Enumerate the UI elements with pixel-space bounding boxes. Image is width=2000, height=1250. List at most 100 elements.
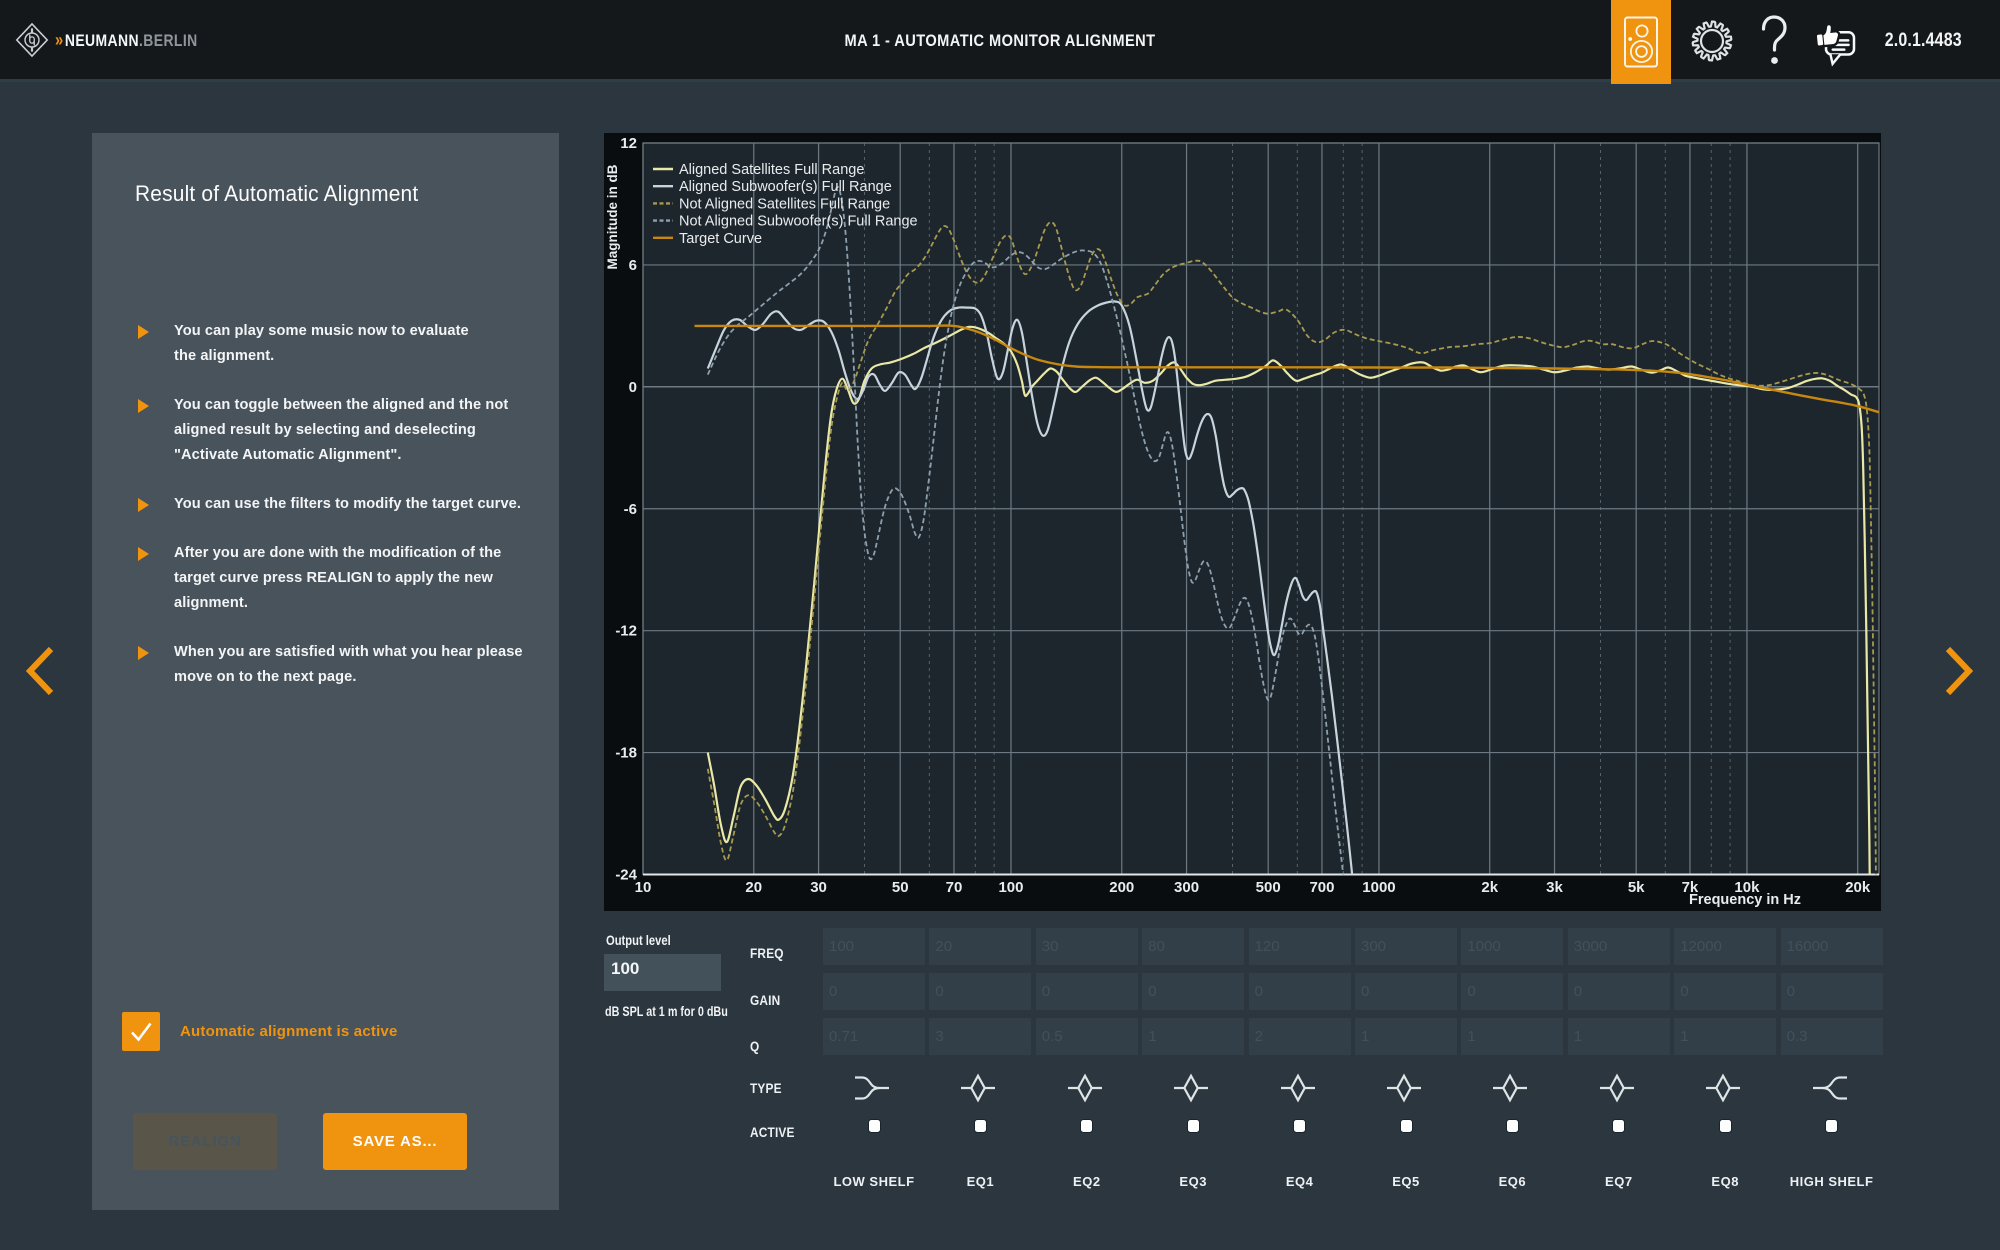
eq-row-label-active: ACTIVE <box>750 1125 795 1140</box>
x-tick-label: 200 <box>1109 879 1134 896</box>
eq-gain-field[interactable]: 0 <box>1568 973 1670 1010</box>
eq-active-checkbox[interactable] <box>1400 1119 1413 1133</box>
eq-gain-field[interactable]: 0 <box>1674 973 1776 1010</box>
eq-active-checkbox[interactable] <box>1293 1119 1306 1133</box>
eq-q-field[interactable]: 2 <box>1249 1018 1351 1055</box>
eq-band-label: EQ6 <box>1461 1174 1563 1189</box>
eq-q-field[interactable]: 1 <box>1142 1018 1244 1055</box>
eq-gain-field[interactable]: 0 <box>1355 973 1457 1010</box>
eq-freq-field[interactable]: 100 <box>823 928 925 965</box>
instruction-item: You can use the filters to modify the ta… <box>135 492 535 517</box>
eq-q-field[interactable]: 1 <box>1461 1018 1563 1055</box>
feedback-button[interactable] <box>1806 0 1864 82</box>
eq-row-label-type: TYPE <box>750 1081 782 1096</box>
eq-active-checkbox[interactable] <box>1612 1119 1625 1133</box>
eq-active-checkbox[interactable] <box>868 1119 881 1133</box>
eq-type-high-shelf-icon <box>1812 1073 1848 1103</box>
eq-freq-field[interactable]: 30 <box>1036 928 1138 965</box>
eq-gain-field[interactable]: 0 <box>823 973 925 1010</box>
x-tick-label: 3k <box>1546 879 1563 896</box>
instruction-item: You can play some music now to evaluate … <box>135 319 535 369</box>
eq-q-field[interactable]: 1 <box>1355 1018 1457 1055</box>
automatic-alignment-checkbox[interactable] <box>122 1012 160 1051</box>
eq-freq-field[interactable]: 16000 <box>1781 928 1883 965</box>
eq-q-field[interactable]: 1 <box>1568 1018 1670 1055</box>
eq-freq-field[interactable]: 12000 <box>1674 928 1776 965</box>
next-page-button[interactable] <box>1941 644 1977 698</box>
settings-button[interactable] <box>1686 0 1738 82</box>
eq-gain-field[interactable]: 0 <box>1036 973 1138 1010</box>
y-tick-label: -24 <box>615 867 637 884</box>
eq-active-checkbox[interactable] <box>1719 1119 1732 1133</box>
speaker-icon <box>1618 14 1664 70</box>
eq-active-checkbox[interactable] <box>1506 1119 1519 1133</box>
eq-freq-field[interactable]: 80 <box>1142 928 1244 965</box>
help-button[interactable] <box>1752 0 1796 82</box>
x-tick-label: 2k <box>1481 879 1498 896</box>
eq-band-label: HIGH SHELF <box>1781 1174 1883 1189</box>
eq-gain-field[interactable]: 0 <box>1781 973 1883 1010</box>
eq-band-label: EQ1 <box>929 1174 1031 1189</box>
eq-row-label-gain: GAIN <box>750 993 780 1008</box>
eq-band-label: EQ8 <box>1674 1174 1776 1189</box>
y-tick-label: -12 <box>615 623 637 640</box>
eq-gain-field[interactable]: 0 <box>1142 973 1244 1010</box>
eq-q-field[interactable]: 3 <box>929 1018 1031 1055</box>
legend-label: Aligned Satellites Full Range <box>679 162 864 178</box>
output-level-caption: dB SPL at 1 m for 0 dBu <box>605 1004 728 1019</box>
y-tick-label: -6 <box>624 501 637 518</box>
eq-gain-field[interactable]: 0 <box>1249 973 1351 1010</box>
eq-band-label: LOW SHELF <box>823 1174 925 1189</box>
x-tick-label: 100 <box>998 879 1023 896</box>
previous-page-button[interactable] <box>22 644 58 698</box>
eq-active-checkbox[interactable] <box>974 1119 987 1133</box>
realign-button[interactable]: REALIGN <box>133 1113 277 1170</box>
bullet-triangle-icon <box>138 498 149 512</box>
y-tick-label: -18 <box>615 745 637 762</box>
eq-type-peak-icon <box>1067 1073 1103 1103</box>
eq-band-label: EQ4 <box>1249 1174 1351 1189</box>
eq-freq-field[interactable]: 300 <box>1355 928 1457 965</box>
eq-type-peak-icon <box>1386 1073 1422 1103</box>
eq-gain-field[interactable]: 0 <box>1461 973 1563 1010</box>
automatic-alignment-toggle[interactable]: Automatic alignment is active <box>122 1012 398 1051</box>
eq-active-checkbox[interactable] <box>1825 1119 1838 1133</box>
brand-name: NEUMANN <box>65 31 139 50</box>
eq-type-peak-icon <box>1492 1073 1528 1103</box>
eq-band-label: EQ7 <box>1568 1174 1670 1189</box>
save-as-button[interactable]: SAVE AS... <box>323 1113 467 1170</box>
eq-freq-field[interactable]: 3000 <box>1568 928 1670 965</box>
eq-freq-field[interactable]: 1000 <box>1461 928 1563 965</box>
x-tick-label: 70 <box>946 879 963 896</box>
eq-q-field[interactable]: 1 <box>1674 1018 1776 1055</box>
eq-q-field[interactable]: 0.3 <box>1781 1018 1883 1055</box>
eq-gain-field[interactable]: 0 <box>929 973 1031 1010</box>
output-level-label: Output level <box>606 932 671 948</box>
eq-active-checkbox[interactable] <box>1080 1119 1093 1133</box>
legend-label: Aligned Subwoofer(s) Full Range <box>679 179 892 195</box>
checkmark-icon <box>122 1012 160 1051</box>
eq-freq-field[interactable]: 120 <box>1249 928 1351 965</box>
gear-icon <box>1690 19 1734 63</box>
instruction-item: You can toggle between the aligned and t… <box>135 393 535 468</box>
chevron-right-icon <box>1941 644 1977 698</box>
monitor-alignment-tab[interactable] <box>1611 0 1671 84</box>
bullet-triangle-icon <box>138 646 149 660</box>
legend-label: Not Aligned Satellites Full Range <box>679 196 890 212</box>
eq-q-field[interactable]: 0.71 <box>823 1018 925 1055</box>
eq-type-peak-icon <box>1705 1073 1741 1103</box>
neumann-diamond-icon <box>15 22 49 58</box>
x-tick-label: 1000 <box>1362 879 1395 896</box>
eq-band-label: EQ2 <box>1036 1174 1138 1189</box>
x-tick-label: 10 <box>635 879 652 896</box>
output-level-input[interactable] <box>604 954 721 991</box>
x-tick-label: 500 <box>1256 879 1281 896</box>
eq-band-label: EQ3 <box>1142 1174 1244 1189</box>
eq-type-peak-icon <box>1280 1073 1316 1103</box>
eq-freq-field[interactable]: 20 <box>929 928 1031 965</box>
eq-q-field[interactable]: 0.5 <box>1036 1018 1138 1055</box>
eq-type-peak-icon <box>1173 1073 1209 1103</box>
eq-active-checkbox[interactable] <box>1187 1119 1200 1133</box>
legend-label: Target Curve <box>679 231 762 247</box>
x-tick-label: 30 <box>810 879 827 896</box>
